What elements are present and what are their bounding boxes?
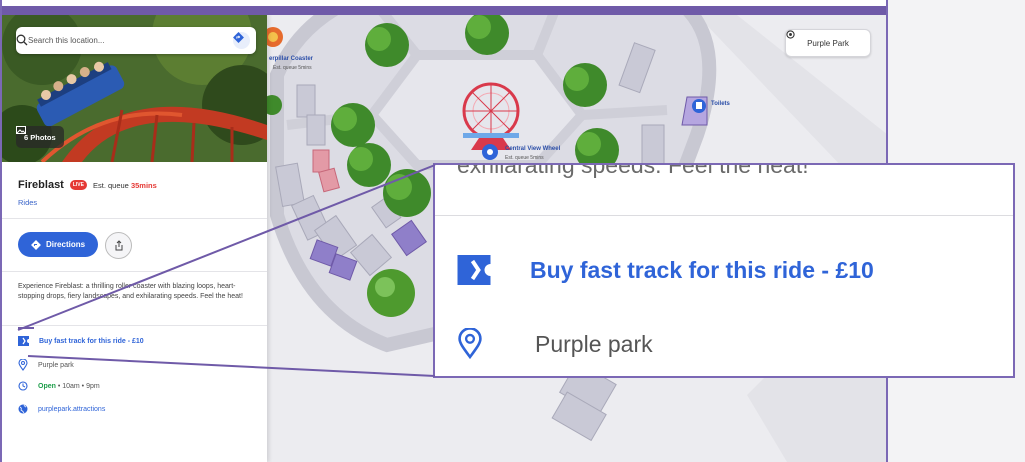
queue-prefix: Est. queue	[92, 180, 129, 190]
photos-count-label: 6 Photos	[24, 132, 56, 142]
directions-icon	[30, 239, 41, 250]
attraction-header: Fireblast LIVE Est. queue 35mins	[18, 179, 157, 191]
hours-text: Open • 10am • 9pm	[38, 383, 100, 390]
open-status: Open	[38, 382, 56, 390]
zoom-ticket-icon	[457, 255, 491, 285]
website-link[interactable]: purplepark.attractions	[38, 406, 105, 413]
location-pin-icon	[18, 359, 28, 371]
map-sub-caterpillar-queue: Est. queue 5mins	[273, 65, 312, 71]
ticket-icon	[18, 336, 29, 346]
hours-row: Open • 10am • 9pm	[18, 381, 100, 391]
search-input[interactable]	[26, 35, 200, 46]
directions-diamond-icon	[233, 32, 244, 43]
location-label: Purple park	[38, 361, 74, 369]
divider	[2, 271, 267, 272]
website-row[interactable]: purplepark.attractions	[18, 404, 105, 414]
zoom-fast-track-row[interactable]: Buy fast track for this ride - £10	[457, 255, 874, 285]
zoom-divider	[435, 215, 1013, 216]
map-label-central-view-wheel[interactable]: Central View Wheel	[505, 146, 560, 152]
search-bar[interactable]	[16, 27, 256, 54]
clock-icon	[18, 381, 28, 391]
eye-icon	[786, 30, 795, 39]
directions-button[interactable]: Directions	[18, 232, 98, 257]
zoom-fast-track-link[interactable]: Buy fast track for this ride - £10	[530, 257, 874, 284]
opening-hours: • 10am • 9pm	[55, 382, 100, 390]
gallery-icon	[16, 126, 26, 134]
queue-time: Est. queue 35mins	[93, 181, 157, 190]
hero-photo[interactable]: 6 Photos	[2, 15, 267, 162]
map-sub-wheel-queue: Est. queue 5mins	[505, 155, 544, 161]
divider	[2, 325, 267, 326]
zoom-location-pin-icon	[458, 328, 482, 360]
map-label-toilets[interactable]: Toilets	[711, 101, 730, 107]
zoom-location-row: Purple park	[457, 328, 653, 360]
purple-park-button-label: Purple Park	[807, 38, 849, 48]
fast-track-row[interactable]: Buy fast track for this ride - £10	[18, 336, 144, 346]
zoom-callout: exhilarating speeds. Feel the heat! Buy …	[433, 163, 1015, 378]
fast-track-link[interactable]: Buy fast track for this ride - £10	[39, 338, 144, 345]
attraction-panel: 6 Photos Fireblast LIVE Est. queue 35min…	[2, 15, 267, 462]
search-icon[interactable]	[16, 34, 28, 46]
category-link[interactable]: Rides	[18, 198, 37, 207]
divider	[2, 218, 267, 219]
attraction-description: Experience Fireblast: a thrilling roller…	[18, 283, 243, 300]
purple-park-button[interactable]: Purple Park	[785, 29, 871, 57]
globe-icon	[18, 404, 28, 414]
share-button[interactable]	[105, 232, 132, 259]
queue-value: 35mins	[130, 180, 157, 190]
attraction-name: Fireblast	[18, 179, 64, 191]
location-row: Purple park	[18, 359, 74, 371]
share-icon	[115, 240, 122, 251]
top-accent-bar	[2, 6, 886, 15]
live-badge: LIVE	[69, 180, 87, 190]
map-label-caterpillar-coaster[interactable]: erpillar Coaster	[269, 56, 313, 62]
directions-icon-button[interactable]	[233, 32, 250, 49]
directions-label: Directions	[45, 240, 86, 249]
zoom-description-fragment: exhilarating speeds. Feel the heat!	[457, 163, 809, 178]
photos-button[interactable]: 6 Photos	[16, 126, 64, 148]
zoom-location-label: Purple park	[535, 330, 653, 357]
